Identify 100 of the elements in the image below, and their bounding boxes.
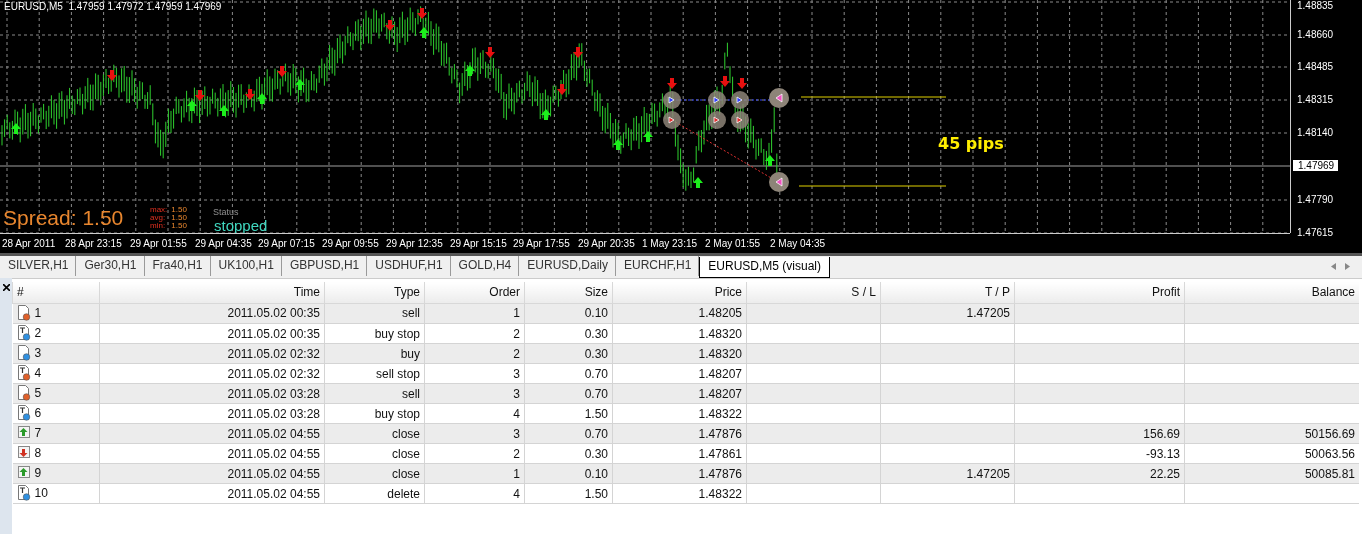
- table-cell: 2: [424, 343, 525, 364]
- time-label: 29 Apr 17:55: [513, 238, 570, 249]
- table-cell: 2011.05.02 02:32: [99, 343, 325, 364]
- stat-label: max:: [150, 206, 168, 214]
- chart-tab[interactable]: GBPUSD,H1: [281, 256, 368, 276]
- table-cell: 4: [424, 403, 525, 424]
- time-label: 29 Apr 20:35: [578, 238, 635, 249]
- chart-tab[interactable]: EURUSD,Daily: [519, 256, 616, 276]
- table-cell: 1.48207: [612, 383, 747, 404]
- table-cell: 0.70: [524, 423, 613, 444]
- row-number: 5: [34, 386, 42, 400]
- table-cell: 156.69: [1014, 423, 1185, 444]
- table-cell: 0.70: [524, 383, 613, 404]
- table-cell: 4: [424, 483, 525, 504]
- time-label: 2 May 04:35: [770, 238, 826, 249]
- scroll-right-icon[interactable]: [1345, 263, 1350, 270]
- table-cell: 2011.05.02 04:55: [99, 463, 325, 484]
- table-cell: 2011.05.02 04:55: [99, 443, 325, 464]
- stat-value: 1.50: [171, 222, 187, 230]
- table-cell: 3: [424, 423, 525, 444]
- table-cell: 1.50: [524, 483, 613, 504]
- table-cell: 1.48320: [612, 323, 747, 344]
- table-cell: 1.48207: [612, 363, 747, 384]
- chart-tab[interactable]: USDHUF,H1: [367, 256, 451, 276]
- chart-tab[interactable]: GOLD,H4: [450, 256, 520, 276]
- price-label: 1.48140: [1297, 127, 1334, 138]
- chart-tab[interactable]: Ger30,H1: [76, 256, 145, 276]
- time-label: 28 Apr 23:15: [65, 238, 122, 249]
- time-label: 28 Apr 2011: [2, 238, 56, 249]
- chart-tab[interactable]: UK100,H1: [210, 256, 282, 276]
- time-label: 29 Apr 07:15: [258, 238, 315, 249]
- table-cell: 2011.05.02 04:55: [99, 423, 325, 444]
- row-number: 2: [34, 326, 42, 340]
- price-label: 1.48485: [1297, 61, 1334, 72]
- row-number: 6: [34, 406, 42, 420]
- table-cell: 1.48322: [612, 483, 747, 504]
- table-cell: 1.50: [524, 403, 613, 424]
- table-cell: 1.47205: [880, 303, 1015, 324]
- chart-tab[interactable]: Fra40,H1: [144, 256, 211, 276]
- document-icon: [16, 385, 31, 401]
- price-label: 1.48315: [1297, 94, 1334, 105]
- pending-order-icon: [16, 485, 31, 501]
- table-cell: 0.10: [524, 303, 613, 324]
- time-label: 29 Apr 15:15: [450, 238, 507, 249]
- column-header[interactable]: Type: [324, 282, 425, 303]
- column-header[interactable]: S / L: [746, 282, 881, 303]
- column-header[interactable]: #: [12, 282, 100, 303]
- table-cell: 0.30: [524, 343, 613, 364]
- row-number: 9: [34, 466, 42, 480]
- table-cell: 1: [424, 463, 525, 484]
- table-cell: delete: [324, 483, 425, 504]
- column-header[interactable]: Order: [424, 282, 525, 303]
- table-cell: 2011.05.02 02:32: [99, 363, 325, 384]
- row-number: 1: [34, 306, 42, 320]
- table-cell: 22.25: [1014, 463, 1185, 484]
- table-cell: sell: [324, 303, 425, 324]
- close-icon[interactable]: [2, 284, 10, 291]
- stat-label: avg:: [150, 214, 167, 222]
- column-header[interactable]: Profit: [1014, 282, 1185, 303]
- price-label: 1.47615: [1297, 227, 1334, 238]
- stat-label: min:: [150, 222, 167, 230]
- table-cell: close: [324, 463, 425, 484]
- table-cell: 50085.81: [1184, 463, 1359, 484]
- row-number: 10: [34, 486, 48, 500]
- table-cell: buy: [324, 343, 425, 364]
- pending-order-icon: [16, 405, 31, 421]
- chart-tab[interactable]: SILVER,H1: [0, 256, 77, 276]
- table-cell: 2011.05.02 04:55: [99, 483, 325, 504]
- scroll-left-icon[interactable]: [1331, 263, 1336, 270]
- row-number: 3: [34, 346, 42, 360]
- time-label: 29 Apr 04:35: [195, 238, 252, 249]
- stat-value: 1.50: [171, 214, 187, 222]
- table-cell: 0.10: [524, 463, 613, 484]
- status-label: Status: [213, 207, 239, 217]
- column-header[interactable]: Time: [99, 282, 325, 303]
- table-cell: 1.47205: [880, 463, 1015, 484]
- table-cell: 50063.56: [1184, 443, 1359, 464]
- table-cell: 1.48322: [612, 403, 747, 424]
- stat-value: 1.50: [171, 206, 187, 214]
- table-cell: 0.30: [524, 443, 613, 464]
- document-icon: [16, 305, 31, 321]
- table-cell: 2011.05.02 00:35: [99, 323, 325, 344]
- spread-label: Spread: 1.50: [3, 206, 124, 230]
- column-header[interactable]: Size: [524, 282, 613, 303]
- table-cell: 1.48205: [612, 303, 747, 324]
- table-cell: close: [324, 443, 425, 464]
- pending-order-icon: [16, 365, 31, 381]
- table-cell: -93.13: [1014, 443, 1185, 464]
- table-cell: 2: [424, 443, 525, 464]
- table-cell: buy stop: [324, 323, 425, 344]
- column-header[interactable]: Price: [612, 282, 747, 303]
- table-cell: 0.70: [524, 363, 613, 384]
- table-cell: buy stop: [324, 403, 425, 424]
- column-header[interactable]: T / P: [880, 282, 1015, 303]
- time-label: 29 Apr 09:55: [322, 238, 379, 249]
- column-header[interactable]: Balance: [1184, 282, 1359, 303]
- chart-tab[interactable]: EURUSD,M5 (visual): [699, 257, 830, 278]
- pips-label: 45 pips: [938, 134, 1004, 153]
- row-number: 8: [34, 446, 42, 460]
- document-icon: [16, 345, 31, 361]
